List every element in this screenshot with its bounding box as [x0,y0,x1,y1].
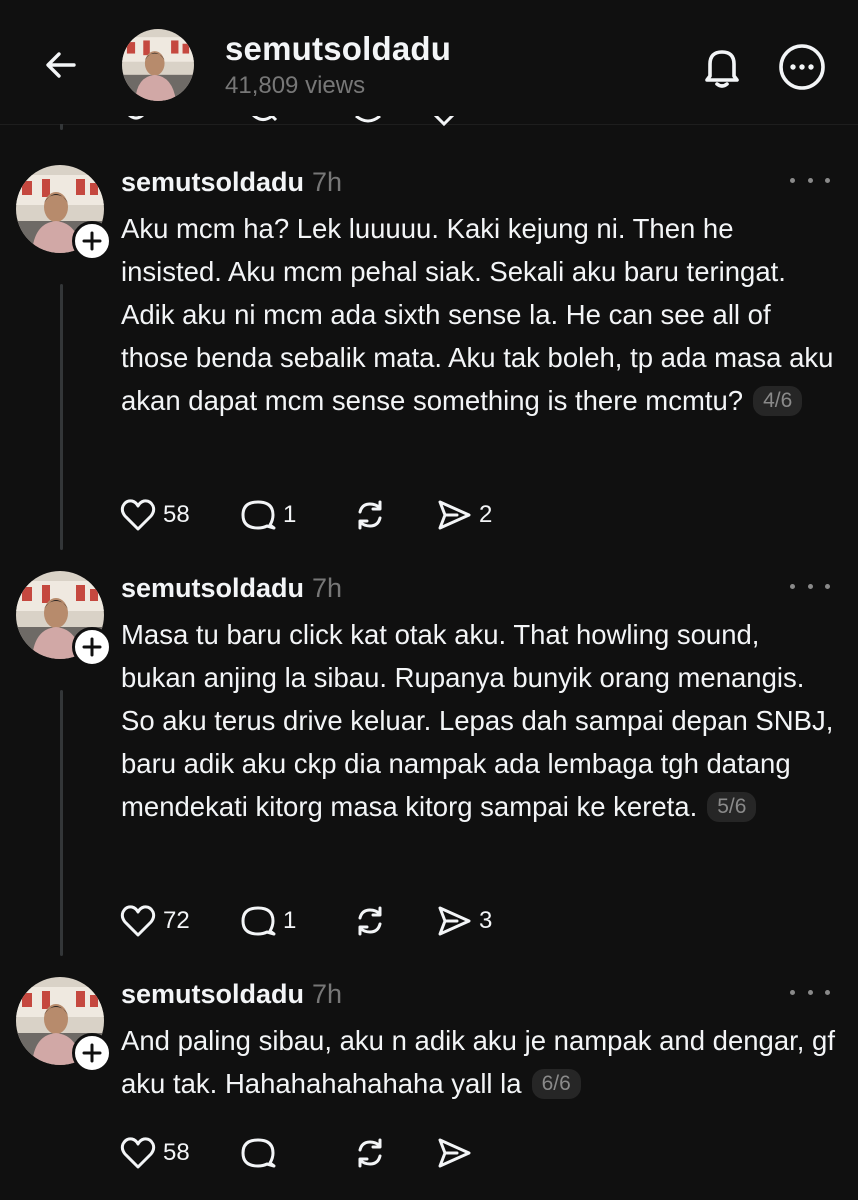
plus-icon [82,231,102,251]
back-arrow-icon [46,52,76,78]
post-header: semutsoldadu 7h [121,977,342,1011]
comment-icon [241,906,276,936]
dot-icon [807,583,813,589]
like-count: 58 [163,501,190,528]
thread-line [60,690,63,956]
post-more-button[interactable] [790,169,830,191]
post-text: Aku mcm ha? Lek luuuuu. Kaki kejung ni. … [121,213,834,416]
thread-counter-badge: 5/6 [707,792,757,822]
post-header: semutsoldadu 7h [121,571,342,605]
send-icon [438,500,471,530]
heart-icon [120,905,156,937]
more-circle-icon [779,44,825,90]
profile-title[interactable]: semutsoldadu [225,30,451,68]
back-button[interactable] [38,42,84,88]
share-count: 3 [479,907,493,934]
dot-icon [807,177,813,183]
post-more-button[interactable] [790,575,830,597]
reply-button[interactable]: 1 [239,901,351,941]
post-body: And paling sibau, aku n adik aku je namp… [121,1019,836,1105]
repost-icon [358,500,382,530]
post-time: 7h [312,573,343,603]
post-avatar[interactable] [16,165,112,261]
dot-icon [790,583,795,589]
more-options-button[interactable] [775,40,829,94]
dot-icon [790,989,795,995]
reply-button[interactable] [239,1133,351,1173]
dot-icon [825,583,830,589]
follow-plus-button[interactable] [72,221,112,261]
post-body: Aku mcm ha? Lek luuuuu. Kaki kejung ni. … [121,207,836,422]
profile-avatar[interactable] [122,29,194,101]
top-bar: semutsoldadu 41,809 views [0,0,858,127]
thread-counter-badge: 4/6 [753,386,803,416]
repost-icon [358,1138,382,1168]
post-username[interactable]: semutsoldadu [121,573,304,603]
post-actions: 58 [119,1133,515,1173]
repost-button[interactable] [351,1133,435,1173]
dot-icon [807,989,813,995]
like-button[interactable]: 72 [119,901,239,941]
repost-icon [358,906,382,936]
post-actions: 58 1 2 [119,495,515,535]
bell-icon [705,50,739,88]
plus-icon [82,637,102,657]
heart-icon [120,499,156,531]
dot-icon [790,177,795,183]
repost-button[interactable] [351,495,435,535]
previous-post-actions [0,116,858,130]
follow-plus-button[interactable] [72,1033,112,1073]
like-button[interactable]: 58 [119,1133,239,1173]
post-avatar[interactable] [16,571,112,667]
post-avatar[interactable] [16,977,112,1073]
post-username[interactable]: semutsoldadu [121,979,304,1009]
share-button[interactable] [435,1133,515,1173]
thread-line [60,284,63,550]
send-icon [438,1138,471,1168]
reply-button[interactable]: 1 [239,495,351,535]
plus-icon [82,1043,102,1063]
post-username[interactable]: semutsoldadu [121,167,304,197]
post-text: And paling sibau, aku n adik aku je namp… [121,1025,835,1099]
share-button[interactable]: 2 [435,495,515,535]
notification-button[interactable] [695,40,749,94]
post-actions: 72 1 3 [119,901,515,941]
share-count: 2 [479,501,493,528]
follow-plus-button[interactable] [72,627,112,667]
dot-icon [825,989,830,995]
dot-icon [825,177,830,183]
post-body: Masa tu baru click kat otak aku. That ho… [121,613,836,828]
repost-button[interactable] [351,901,435,941]
post-time: 7h [312,979,343,1009]
post-more-button[interactable] [790,981,830,1003]
send-icon [438,906,471,936]
reply-count: 1 [283,501,297,528]
like-count: 72 [163,907,190,934]
post-header: semutsoldadu 7h [121,165,342,199]
like-count: 58 [163,1139,190,1166]
comment-icon [241,500,276,530]
reply-count: 1 [283,907,297,934]
post-time: 7h [312,167,343,197]
comment-icon [241,1138,276,1168]
heart-icon [120,1137,156,1169]
views-count: 41,809 views [225,72,366,99]
share-button[interactable]: 3 [435,901,515,941]
like-button[interactable]: 58 [119,495,239,535]
thread-counter-badge: 6/6 [531,1069,581,1099]
